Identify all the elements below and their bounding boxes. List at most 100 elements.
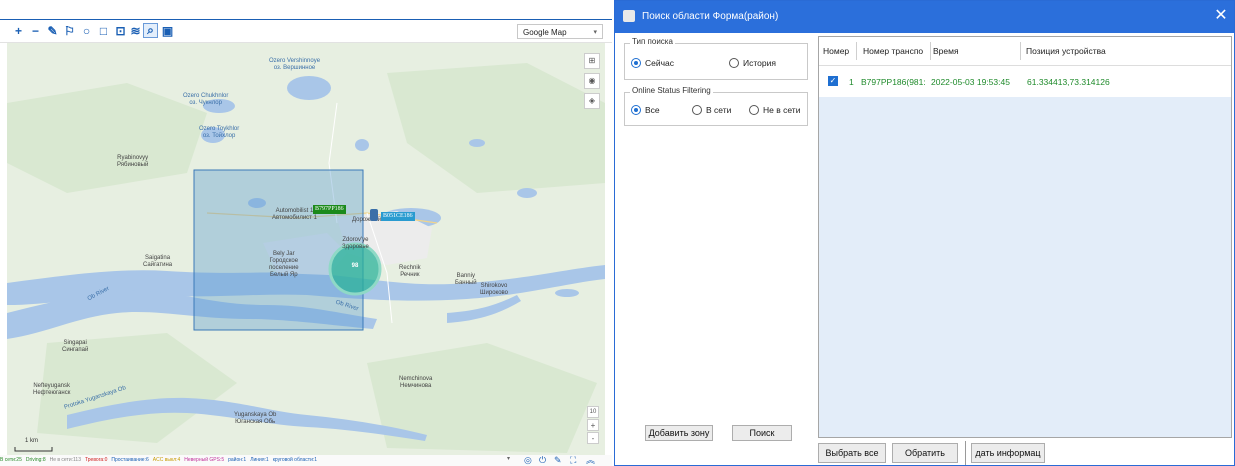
radio-indicator	[749, 105, 759, 115]
area-search-dialog: Поиск области Форма(район) ✕ Тип поиска …	[614, 0, 1235, 466]
invert-button[interactable]: Обратить	[892, 443, 958, 463]
circle-tool-icon[interactable]: ○	[79, 23, 94, 38]
map-label-automobilist: Automobilist 1 Автомобилист 1	[272, 208, 317, 221]
status-item: ACC выкл:4	[152, 457, 181, 463]
status-item: круговой области:1	[272, 457, 318, 463]
status-item: Неверный GPS:5	[184, 457, 225, 463]
map-panel: + − ✎ ⚐ ○ □ ⊡ ≋ ⌕ ▣ Google Map ▾ Ozero V…	[0, 0, 612, 466]
status-item: район:1	[228, 457, 247, 463]
column-divider	[930, 42, 931, 60]
status-item: Не в сети:113	[49, 457, 81, 463]
select-all-button[interactable]: Выбрать все	[818, 443, 886, 463]
map-label-nemchinova: Nemchinova Немчинова	[399, 376, 433, 389]
map-canvas[interactable]: Ozero Vershinnoye оз. Вершинное Ozero Chu…	[7, 43, 605, 455]
truck-icon[interactable]	[370, 209, 378, 221]
layers-icon[interactable]: ⊞	[584, 53, 600, 69]
area-search-tool-icon[interactable]: ⌕	[143, 23, 158, 38]
map-label-ryabinovyy: Ryabinovyy Рябиновый	[117, 155, 149, 168]
status-item: Тревога:0	[85, 457, 108, 463]
fullscreen-icon[interactable]: ⛶	[570, 455, 576, 466]
map-label-banniy: Banniy Банный	[455, 273, 477, 286]
dialog-titlebar: Поиск области Форма(район) ✕	[615, 1, 1234, 33]
column-header[interactable]: Время	[933, 46, 959, 56]
status-item: Простаивание:6	[111, 457, 149, 463]
app-icon	[623, 10, 635, 22]
row-checkbox[interactable]: ✓	[828, 76, 838, 86]
map-label-saigatina: Saigatina Сайгатина	[143, 255, 173, 268]
status-items: В сети:25 Driving:8 Не в сети:113 Тревога:0…	[0, 457, 321, 463]
radio-now-label: Сейчас	[645, 58, 675, 68]
search-button[interactable]: Поиск	[732, 425, 792, 441]
map-label-ozero-chukhnlor: Ozero Chukhnlor оз. Чукнлор	[183, 93, 229, 106]
power-icon[interactable]: ⏻	[539, 455, 546, 466]
chevron-down-icon: ▾	[593, 29, 597, 36]
search-type-legend: Тип поиска	[630, 37, 675, 46]
chevron-down-icon: ▾	[506, 456, 510, 462]
route-tool-icon[interactable]: ≋	[128, 23, 143, 38]
radio-indicator	[631, 105, 641, 115]
scale-label: 1 km	[25, 438, 39, 444]
row-time: 2022-05-03 19:53:45	[931, 77, 1010, 87]
map-label-zdorovye: Zdorov'ye Здоровье	[342, 237, 369, 250]
radio-history[interactable]: История	[729, 58, 776, 68]
radio-indicator	[692, 105, 702, 115]
radio-offline[interactable]: Не в сети	[749, 105, 807, 115]
row-number: 1	[849, 77, 854, 87]
online-filter-legend: Online Status Filtering	[630, 86, 713, 95]
zoom-out-tool-icon[interactable]: −	[28, 23, 43, 38]
cluster-count[interactable]: 98	[330, 263, 380, 269]
map-label-nefteyugansk: Nefteyugansk Нефтеюганск	[33, 383, 71, 396]
save-tool-icon[interactable]: ▣	[160, 23, 175, 38]
results-grid[interactable]: Номер Номер транспо Время Позиция устрой…	[818, 36, 1232, 438]
radio-now[interactable]: Сейчас	[631, 58, 674, 68]
grid-header: Номер Номер транспо Время Позиция устрой…	[819, 37, 1231, 66]
radio-history-label: История	[743, 58, 776, 68]
close-icon[interactable]: ✕	[1212, 7, 1230, 25]
radio-indicator	[631, 58, 641, 68]
flag-tool-icon[interactable]: ⚐	[62, 23, 77, 38]
map-type-value: Google Map	[523, 28, 567, 37]
radio-offline-label: Не в сети	[763, 105, 801, 115]
map-label-ozero-vershinnoye: Ozero Vershinnoye оз. Вершинное	[269, 58, 321, 71]
zoom-in-button[interactable]: +	[587, 419, 599, 431]
radio-online[interactable]: В сети	[692, 105, 731, 115]
zoom-out-button[interactable]: -	[587, 432, 599, 444]
map-label-yuganskaya-ob: Yuganskaya Ob Юганская Обь	[234, 412, 277, 425]
edit-icon[interactable]: ✎	[554, 455, 562, 466]
target-icon[interactable]: ◎	[524, 455, 532, 466]
radio-indicator	[729, 58, 739, 68]
status-select[interactable]: ▾	[410, 456, 510, 465]
status-item: Driving:8	[25, 457, 46, 463]
map-label-beliy-yar: Bely Jar Городское поселение Белый Яр	[269, 251, 299, 278]
column-divider	[1020, 42, 1021, 60]
column-divider	[856, 42, 857, 60]
area-tool-icon[interactable]: ⊡	[113, 23, 128, 38]
add-zone-button[interactable]: Добавить зону	[645, 425, 713, 441]
map-type-select[interactable]: Google Map ▾	[517, 24, 603, 39]
vehicle-marker[interactable]: B051CE186	[381, 212, 415, 221]
column-header[interactable]: Номер транспо	[863, 46, 928, 56]
export-info-button[interactable]: дать информац	[971, 443, 1045, 463]
traffic-icon[interactable]: ◈	[584, 93, 600, 109]
button-divider	[965, 441, 966, 465]
rectangle-tool-icon[interactable]: □	[96, 23, 111, 38]
grid-empty-area	[819, 97, 1231, 437]
status-bar: В сети:25 Driving:8 Не в сети:113 Тревога:0…	[0, 455, 612, 466]
radio-all-label: Все	[645, 105, 660, 115]
row-vehicle: B797PP186(981:	[861, 77, 926, 87]
zoom-level: 10	[587, 406, 599, 418]
column-header[interactable]: Номер	[823, 46, 849, 56]
collapse-up-icon[interactable]: ︽	[586, 455, 595, 466]
row-position: 61.334413,73.314126	[1027, 77, 1110, 87]
pencil-tool-icon[interactable]: ✎	[45, 23, 60, 38]
radio-all[interactable]: Все	[631, 105, 660, 115]
map-label-ozero-toykhlor: Ozero Toykhlor оз. Тойхлор	[199, 126, 240, 139]
status-item: В сети:25	[0, 457, 22, 463]
column-header[interactable]: Позиция устройства	[1026, 46, 1106, 56]
zoom-in-tool-icon[interactable]: +	[11, 23, 26, 38]
status-item: Линия:1	[250, 457, 269, 463]
dialog-title: Поиск области Форма(район)	[642, 11, 779, 22]
table-row[interactable]: ✓ 1 B797PP186(981: 2022-05-03 19:53:45 6…	[819, 66, 1231, 96]
vehicle-marker[interactable]: B797PP186	[313, 205, 346, 214]
compass-icon[interactable]: ◉	[584, 73, 600, 89]
